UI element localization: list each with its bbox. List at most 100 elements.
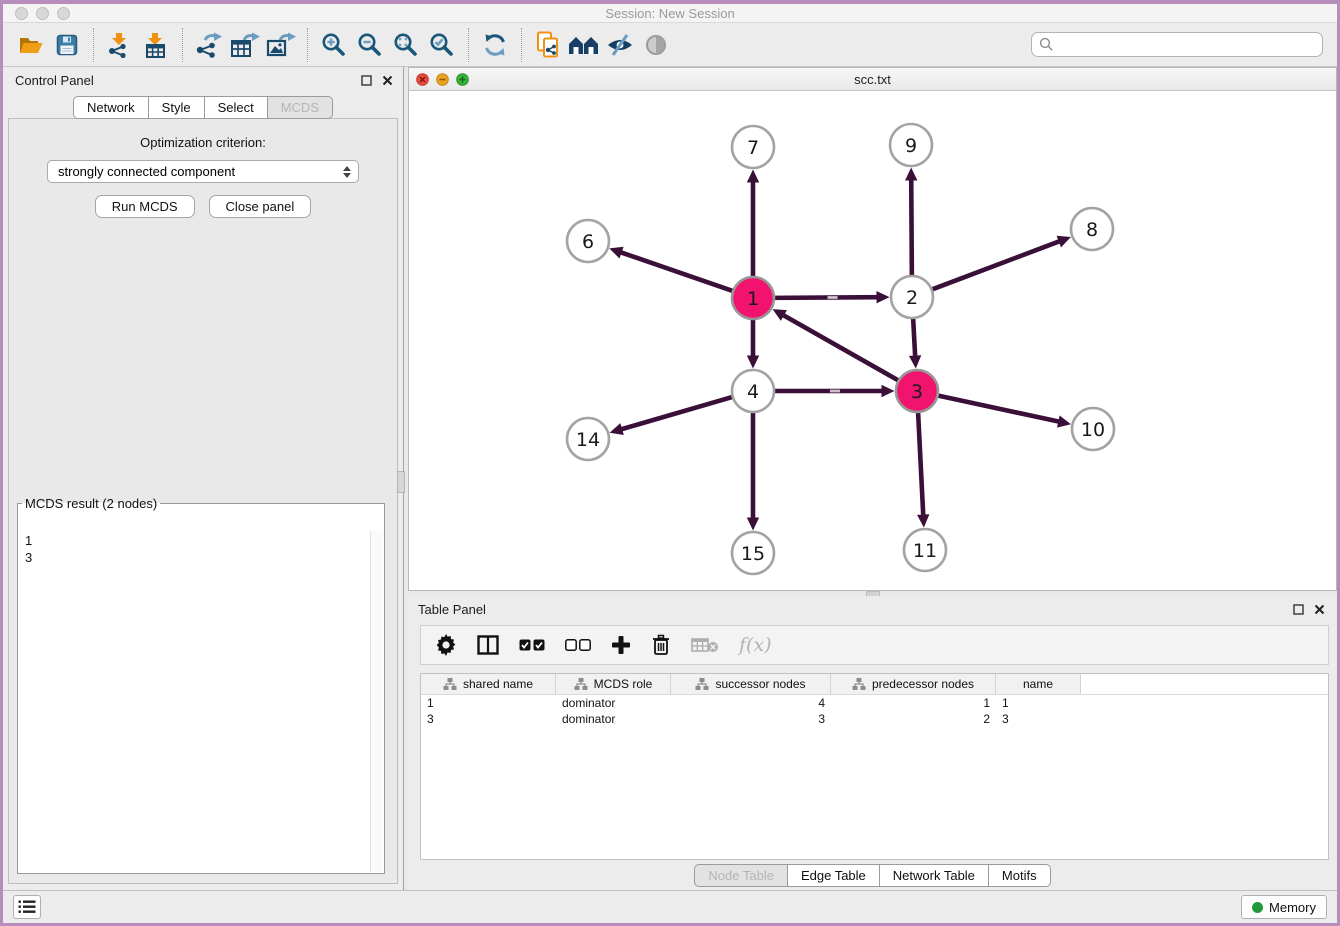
tab-motifs[interactable]: Motifs: [989, 864, 1051, 887]
maximize-window-button[interactable]: [57, 7, 70, 20]
tab-network[interactable]: Network: [73, 96, 149, 119]
export-network-icon[interactable]: [191, 27, 227, 63]
graph-node-label: 11: [913, 540, 937, 562]
cell-shared-name[interactable]: 1: [421, 695, 556, 711]
graph-edge-2-3[interactable]: [913, 317, 915, 358]
add-icon[interactable]: [611, 635, 631, 655]
column-header-mcds-role[interactable]: MCDS role: [556, 674, 671, 694]
save-session-icon[interactable]: [49, 27, 85, 63]
network-close-icon[interactable]: [416, 73, 429, 86]
close-window-button[interactable]: [15, 7, 28, 20]
cell-mcds-role[interactable]: dominator: [556, 711, 671, 727]
graph-edge-3-1[interactable]: [782, 315, 899, 382]
mcds-result-fieldset: MCDS result (2 nodes) 1 3: [17, 496, 385, 874]
cell-successor-nodes[interactable]: 3: [671, 711, 831, 727]
close-table-panel-icon[interactable]: [1314, 604, 1325, 615]
criterion-dropdown[interactable]: strongly connected component: [47, 160, 359, 183]
minimize-window-button[interactable]: [36, 7, 49, 20]
cell-mcds-role[interactable]: dominator: [556, 695, 671, 711]
select-all-icon[interactable]: [519, 639, 545, 651]
export-table-icon[interactable]: [227, 27, 263, 63]
eye-slash-glyph: [606, 33, 634, 57]
cell-name[interactable]: 1: [996, 695, 1081, 711]
panel-splitter-handle[interactable]: [397, 471, 405, 493]
hide-selected-icon[interactable]: [602, 27, 638, 63]
cell-shared-name[interactable]: 3: [421, 711, 556, 727]
graph-node-label: 1: [747, 288, 759, 310]
mcds-result-text: 1 3: [19, 531, 370, 872]
table-row[interactable]: 1 dominator 4 1 1: [421, 695, 1328, 711]
cell-name[interactable]: 3: [996, 711, 1081, 727]
network-canvas[interactable]: 7968124314101511: [409, 91, 1336, 590]
table-toolbar: f(x): [420, 625, 1329, 665]
toolbar-separator: [307, 28, 308, 62]
toolbar-separator: [468, 28, 469, 62]
tab-style[interactable]: Style: [149, 96, 205, 119]
table-panel: Table Panel: [408, 596, 1337, 890]
tab-mcds[interactable]: MCDS: [268, 96, 333, 119]
memory-label: Memory: [1269, 900, 1316, 915]
graph-edge-arrowhead: [876, 291, 889, 303]
list-icon: [18, 900, 36, 914]
network-minimize-icon[interactable]: [436, 73, 449, 86]
graph-edge-1-6[interactable]: [620, 252, 734, 292]
toggle-detail-icon[interactable]: [638, 27, 674, 63]
zoom-out-icon[interactable]: [352, 27, 388, 63]
show-all-networks-icon[interactable]: [566, 27, 602, 63]
graph-edge-3-11[interactable]: [918, 411, 923, 517]
network-window-titlebar[interactable]: scc.txt: [409, 68, 1336, 91]
tab-node-table[interactable]: Node Table: [694, 864, 788, 887]
close-panel-button[interactable]: Close panel: [209, 195, 312, 218]
graph-edge-2-8[interactable]: [931, 241, 1061, 290]
optimization-criterion-label: Optimization criterion:: [9, 135, 397, 150]
column-header-successor-nodes[interactable]: successor nodes: [671, 674, 831, 694]
column-header-shared-name[interactable]: shared name: [421, 674, 556, 694]
cell-successor-nodes[interactable]: 4: [671, 695, 831, 711]
tab-network-table[interactable]: Network Table: [880, 864, 989, 887]
clone-network-icon[interactable]: [530, 27, 566, 63]
memory-button[interactable]: Memory: [1241, 895, 1327, 919]
run-mcds-button[interactable]: Run MCDS: [95, 195, 195, 218]
table-row[interactable]: 3 dominator 3 2 3: [421, 711, 1328, 727]
open-file-icon[interactable]: [13, 27, 49, 63]
graph-edge-2-9[interactable]: [911, 178, 912, 277]
graph-edge-4-14[interactable]: [620, 397, 734, 430]
cell-predecessor-nodes[interactable]: 1: [831, 695, 996, 711]
close-panel-icon[interactable]: [382, 75, 393, 86]
float-table-panel-icon[interactable]: [1293, 604, 1304, 615]
memory-status-dot: [1252, 902, 1263, 913]
zoom-selected-icon[interactable]: [424, 27, 460, 63]
column-header-predecessor-nodes[interactable]: predecessor nodes: [831, 674, 996, 694]
export-image-icon[interactable]: [263, 27, 299, 63]
tab-edge-table[interactable]: Edge Table: [788, 864, 880, 887]
plus-glyph: [611, 635, 631, 655]
column-type-icon: [852, 677, 866, 691]
column-layout-icon[interactable]: [477, 635, 499, 655]
network-maximize-icon[interactable]: [456, 73, 469, 86]
graph-edge-1-2[interactable]: [773, 297, 879, 298]
zoom-in-icon[interactable]: [316, 27, 352, 63]
homes-glyph: [568, 33, 600, 57]
deselect-all-icon[interactable]: [565, 639, 591, 651]
import-network-icon[interactable]: [102, 27, 138, 63]
search-input[interactable]: [1031, 32, 1323, 57]
gear-icon[interactable]: [435, 634, 457, 656]
cell-predecessor-nodes[interactable]: 2: [831, 711, 996, 727]
column-header-name[interactable]: name: [996, 674, 1081, 694]
task-history-button[interactable]: [13, 895, 41, 919]
zoom-fit-icon[interactable]: [388, 27, 424, 63]
tab-select[interactable]: Select: [205, 96, 268, 119]
export-image-glyph: [266, 32, 296, 58]
graph-node-label: 3: [911, 381, 923, 403]
result-scrollbar[interactable]: [370, 531, 383, 872]
mcds-tab-content: Optimization criterion: strongly connect…: [8, 118, 398, 884]
graph-edge-arrowhead: [1057, 415, 1071, 427]
graph-edge-arrowhead: [747, 356, 759, 369]
delete-icon[interactable]: [651, 634, 671, 656]
graph-edge-arrowhead: [747, 170, 759, 183]
import-table-icon[interactable]: [138, 27, 174, 63]
graph-edge-arrowhead: [882, 385, 895, 397]
graph-edge-3-10[interactable]: [937, 395, 1061, 422]
refresh-icon[interactable]: [477, 27, 513, 63]
float-panel-icon[interactable]: [361, 75, 372, 86]
